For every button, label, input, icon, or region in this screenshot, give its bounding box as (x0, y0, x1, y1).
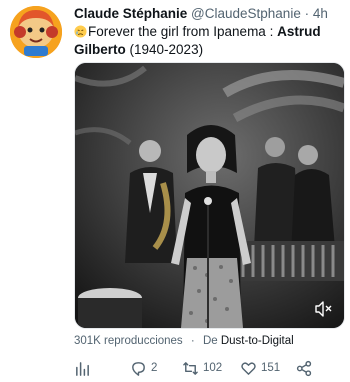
tweet-text-before: Forever the girl from Ipanema : (88, 24, 278, 39)
retweet-button[interactable]: 102 (182, 357, 222, 379)
video-player[interactable] (74, 62, 345, 329)
tweet-text: Forever the girl from Ipanema : Astrud G… (74, 23, 342, 59)
retweet-icon (183, 361, 198, 375)
like-button[interactable]: 151 (240, 357, 280, 379)
mute-button[interactable] (314, 300, 334, 318)
like-count: 151 (261, 362, 281, 374)
reply-button[interactable]: 2 (130, 357, 157, 379)
media-meta: 301K reproducciones · De Dust-to-Digital (74, 335, 294, 347)
avatar-image (10, 6, 62, 58)
tweet-text-after: (1940-2023) (125, 42, 204, 57)
source-link[interactable]: Dust-to-Digital (221, 335, 294, 347)
heart-icon (241, 361, 256, 375)
retweet-count: 102 (203, 362, 223, 374)
source-prefix: De (202, 335, 218, 347)
analytics-button[interactable] (74, 357, 91, 379)
video-frame (75, 63, 344, 328)
share-icon (296, 360, 312, 376)
avatar[interactable] (10, 6, 62, 58)
share-button[interactable] (296, 357, 313, 379)
separator-dot: · (304, 6, 310, 21)
reply-icon (132, 361, 145, 376)
speaker-muted-icon (315, 301, 332, 317)
reply-count: 2 (151, 362, 158, 374)
crying-face-icon (74, 25, 87, 38)
view-count: 301K reproducciones (74, 335, 183, 347)
author-handle[interactable]: @ClaudeStphanie (191, 6, 301, 21)
tweet-time[interactable]: 4h (313, 6, 328, 21)
meta-separator: · (190, 335, 195, 347)
author-name[interactable]: Claude Stéphanie (74, 6, 187, 21)
analytics-icon (76, 361, 89, 376)
tweet-header: Claude Stéphanie @ClaudeStphanie · 4h (74, 5, 342, 22)
action-bar: 2 102 151 (74, 357, 334, 379)
